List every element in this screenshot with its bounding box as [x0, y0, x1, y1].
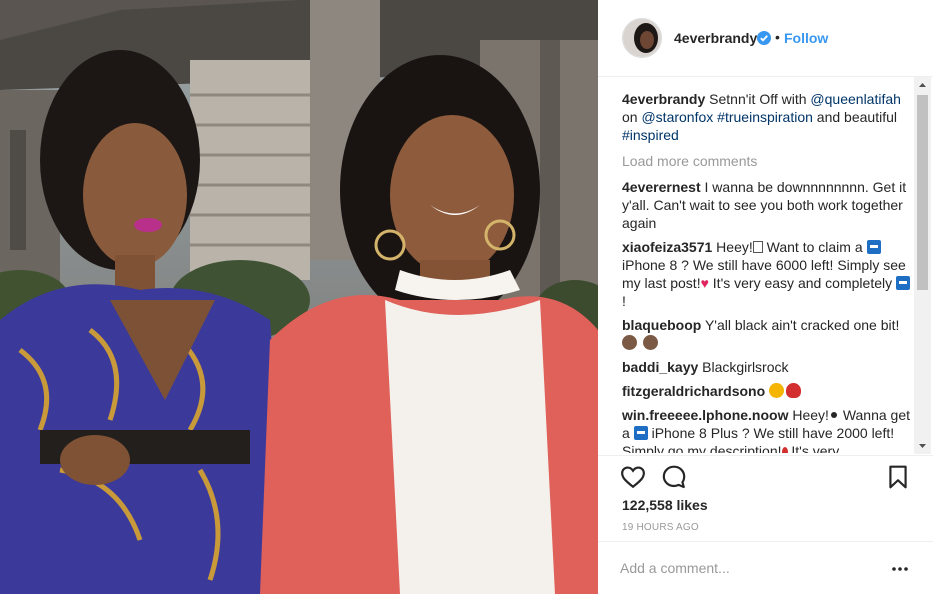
comment-text: Heey!: [712, 239, 753, 255]
post-detail-panel: 4everbrandy • Follow 4everbrandy Setnn'i…: [598, 0, 933, 594]
dot-emoji-icon: [830, 412, 837, 418]
comment-item: fitzgeraldrichardsono: [622, 382, 912, 400]
comment-item: baddi_kayy Blackgirlsrock: [622, 358, 912, 376]
more-options-icon[interactable]: [892, 566, 908, 572]
load-more-comments-button[interactable]: Load more comments: [622, 152, 912, 170]
likes-count[interactable]: 122,558 likes: [622, 497, 708, 513]
comment-item: 4everernest I wanna be downnnnnnnn. Get …: [622, 178, 912, 232]
comment-username[interactable]: 4everernest: [622, 179, 701, 195]
mention-link[interactable]: @queenlatifah: [810, 91, 901, 107]
rose-emoji-icon: [786, 383, 802, 398]
caption-username[interactable]: 4everbrandy: [622, 91, 705, 107]
comment-text: Want to claim a: [762, 239, 867, 255]
comment-text: !: [622, 293, 626, 309]
header-username[interactable]: 4everbrandy: [674, 30, 757, 46]
emoji-icon: [633, 426, 648, 440]
bookmark-icon[interactable]: [885, 464, 911, 490]
separator-dot: •: [775, 29, 780, 45]
caption-text: and beautiful: [812, 109, 897, 125]
post-image: [0, 0, 598, 594]
post-timestamp: 19 HOURS AGO: [622, 522, 699, 533]
comments-list: 4everbrandy Setnn'it Off with @queenlati…: [622, 90, 912, 453]
post-header: 4everbrandy • Follow: [598, 0, 933, 77]
follow-button[interactable]: Follow: [784, 30, 828, 46]
add-comment-input[interactable]: [620, 560, 870, 576]
emoji-icon: [622, 335, 637, 350]
comments-scrollbar[interactable]: [914, 77, 931, 454]
hashtag-link[interactable]: #inspired: [622, 127, 679, 143]
box-glyph-icon: [752, 241, 763, 253]
comment-text: Blackgirlsrock: [698, 359, 789, 375]
emoji-icon: [896, 276, 910, 290]
comment-text: iPhone 8 Plus ? We still have 2000 left!…: [622, 425, 895, 453]
comment-text: It's very: [787, 443, 840, 453]
post-photo[interactable]: [0, 0, 598, 594]
add-comment-bar: [598, 541, 933, 594]
caption: 4everbrandy Setnn'it Off with @queenlati…: [622, 90, 912, 144]
speech-bubble-icon[interactable]: [661, 464, 687, 490]
heart-outline-icon[interactable]: [620, 464, 646, 490]
comment-username[interactable]: blaqueboop: [622, 317, 701, 333]
scroll-down-arrow-icon[interactable]: [914, 437, 931, 454]
comment-text: It's very easy and completely: [708, 275, 896, 291]
scroll-up-arrow-icon[interactable]: [914, 77, 931, 94]
comment-username[interactable]: xiaofeiza3571: [622, 239, 712, 255]
comment-username[interactable]: baddi_kayy: [622, 359, 698, 375]
scrollbar-thumb[interactable]: [917, 95, 928, 290]
caption-text: Setnn'it Off with: [705, 91, 811, 107]
comment-username[interactable]: win.freeeee.lphone.noow: [622, 407, 788, 423]
avatar[interactable]: [622, 18, 662, 58]
comment-username[interactable]: fitzgeraldrichardsono: [622, 383, 765, 399]
comment-item: xiaofeiza3571 Heey! Want to claim a iPho…: [622, 238, 912, 310]
emoji-icon: [866, 240, 881, 254]
ok-hand-emoji-icon: [769, 383, 785, 398]
mention-link[interactable]: @staronfox: [641, 109, 713, 125]
emoji-icon: [642, 335, 658, 350]
caption-text: on: [622, 109, 642, 125]
hashtag-link[interactable]: #trueinspiration: [717, 109, 813, 125]
comment-item: win.freeeee.lphone.noow Heey! Wanna get …: [622, 406, 912, 453]
comment-item: blaqueboop Y'all black ain't cracked one…: [622, 316, 912, 352]
comment-text: Heey!: [788, 407, 829, 423]
verified-badge-icon: [757, 31, 771, 45]
comment-text: Y'all black ain't cracked one bit!: [701, 317, 900, 333]
heart-emoji-icon: ♥: [700, 275, 709, 291]
post-actions: 122,558 likes 19 HOURS AGO: [598, 455, 933, 545]
